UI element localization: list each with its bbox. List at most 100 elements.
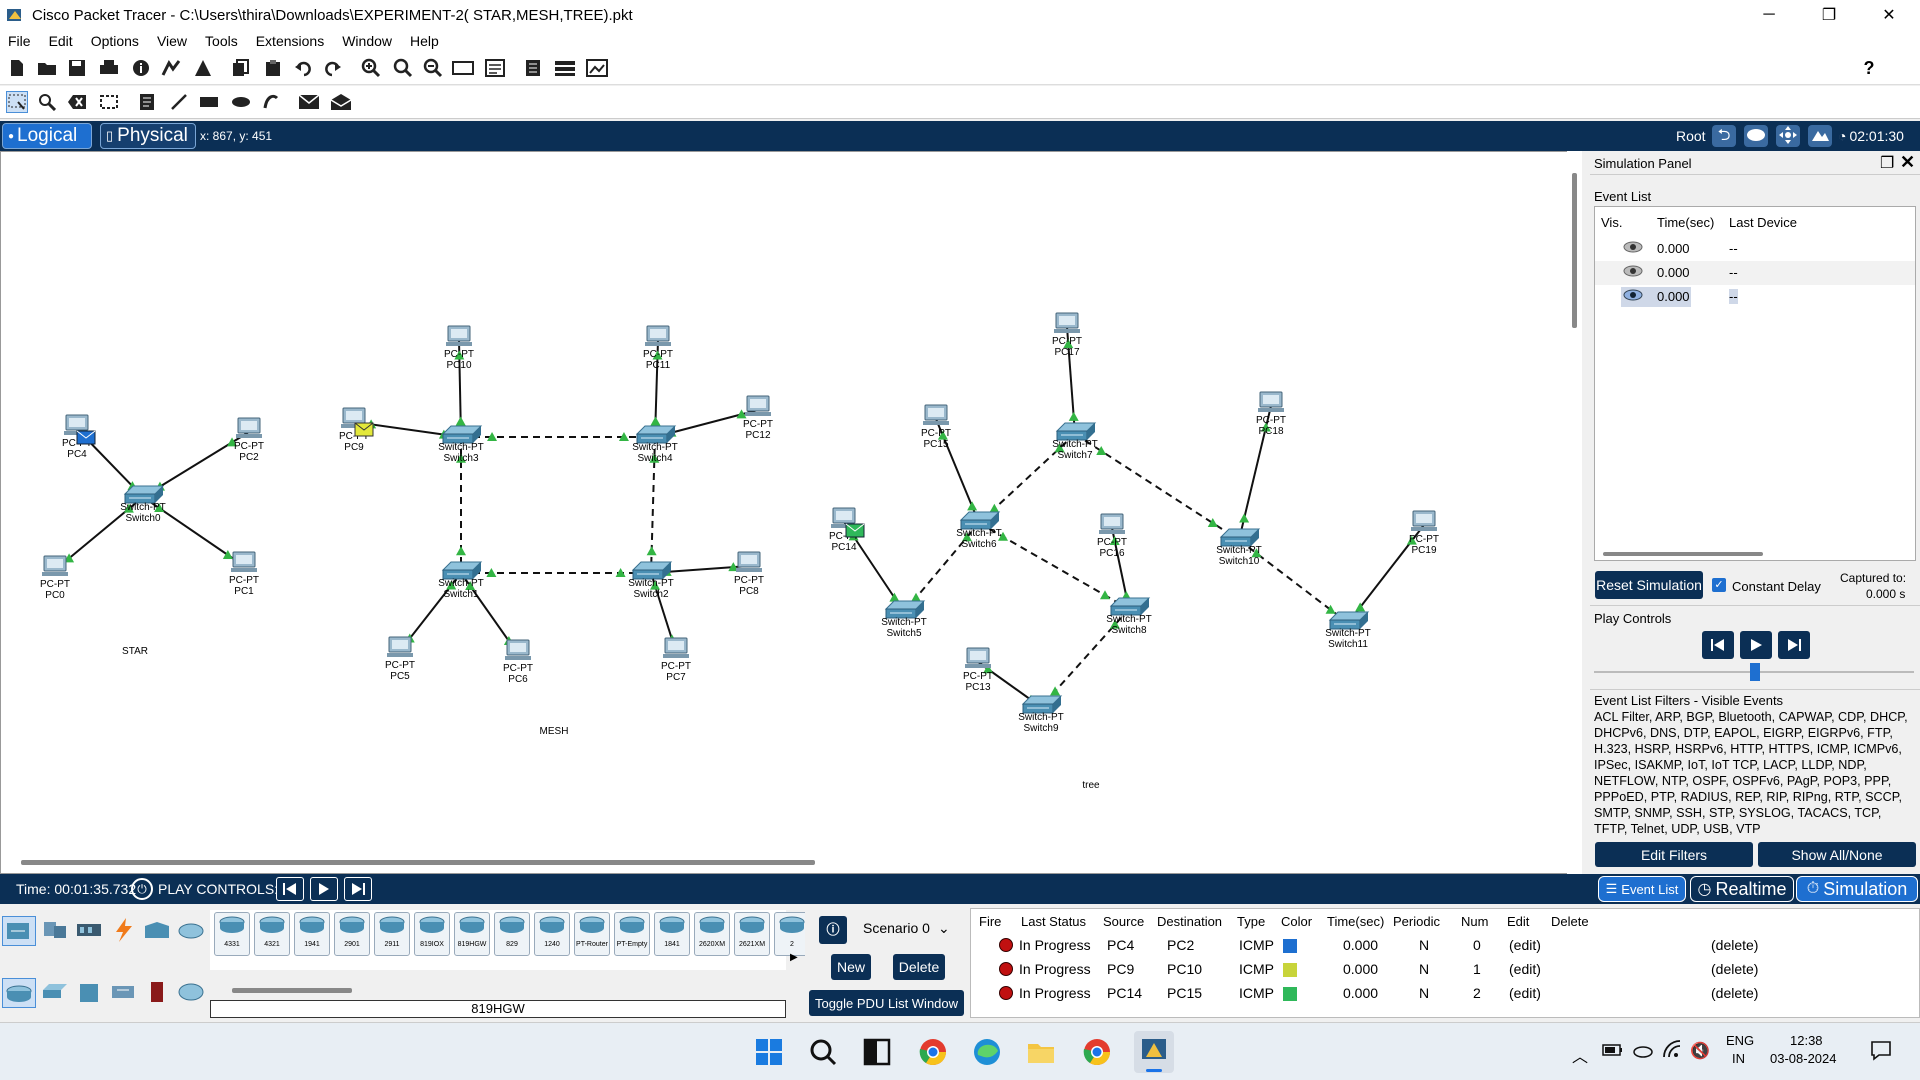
step-back-button[interactable] <box>1702 631 1734 659</box>
paste-icon[interactable] <box>262 57 284 79</box>
menu-help[interactable]: Help <box>410 33 439 49</box>
device-model-4321[interactable]: 4321 <box>254 912 290 956</box>
speaker-muted-icon[interactable]: 🔇 <box>1690 1041 1710 1061</box>
logical-tab[interactable]: ● Logical <box>2 123 92 149</box>
switch-switch0[interactable]: Switch-PTSwitch0 <box>120 485 166 524</box>
vertical-scrollbar-thumb[interactable] <box>1572 173 1577 328</box>
device-model-1941[interactable]: 1941 <box>294 912 330 956</box>
realtime-tab[interactable]: ◷ Realtime <box>1690 876 1794 902</box>
view-command-log-icon[interactable] <box>522 57 544 79</box>
delete-icon[interactable] <box>66 91 88 113</box>
switch-switch7[interactable]: Switch-PTSwitch7 <box>1052 422 1098 461</box>
move-icon[interactable] <box>1776 125 1800 147</box>
eye-icon[interactable] <box>1623 240 1643 257</box>
pc-pc6[interactable]: PC-PTPC6 <box>503 639 533 685</box>
start-icon[interactable] <box>754 1037 784 1067</box>
eye-icon[interactable] <box>1623 288 1643 305</box>
close-button[interactable]: ✕ <box>1866 0 1912 30</box>
draw-rectangle-icon[interactable] <box>198 91 220 113</box>
connections-category-icon[interactable] <box>108 916 138 946</box>
event-list-toggle[interactable]: ☰ Event List <box>1598 876 1686 902</box>
activity-wizard-icon[interactable] <box>192 57 214 79</box>
reset-simulation-button[interactable]: Reset Simulation <box>1595 571 1703 599</box>
logical-workspace[interactable]: PC-PTPC4PC-PTPC2Switch-PTSwitch0PC-PTPC0… <box>0 151 1568 874</box>
play-button[interactable] <box>1740 631 1772 659</box>
pdu-envelope-green[interactable] <box>845 523 865 538</box>
power-cycle-icon[interactable]: ⏻ <box>131 878 153 900</box>
device-model-2901[interactable]: 2901 <box>334 912 370 956</box>
onedrive-icon[interactable] <box>1632 1041 1654 1062</box>
maximize-button[interactable]: ❐ <box>1806 0 1852 30</box>
background-image-icon[interactable] <box>1808 125 1832 147</box>
tray-time[interactable]: 12:38 <box>1790 1033 1823 1048</box>
zoom-reset-icon[interactable] <box>392 57 414 79</box>
pdu-envelope-blue[interactable] <box>76 430 96 445</box>
file-explorer-icon[interactable] <box>1026 1037 1056 1067</box>
pc-pc8[interactable]: PC-PTPC8 <box>734 551 764 597</box>
menu-options[interactable]: Options <box>91 33 139 49</box>
resize-shape-icon[interactable] <box>98 91 120 113</box>
pc-pc18[interactable]: PC-PTPC18 <box>1256 391 1286 437</box>
device-model-819iox[interactable]: 819IOX <box>414 912 450 956</box>
device-model-1240[interactable]: 1240 <box>534 912 570 956</box>
copy-icon[interactable] <box>230 57 252 79</box>
bottom-step-back-button[interactable] <box>276 877 304 901</box>
help-icon[interactable]: ? <box>1858 57 1880 79</box>
menu-file[interactable]: File <box>8 33 31 49</box>
device-model-pt-router[interactable]: PT-Router <box>574 912 610 956</box>
pc-pc11[interactable]: PC-PTPC11 <box>643 325 673 371</box>
place-note-icon[interactable] <box>136 91 158 113</box>
event-row[interactable]: 0.000 -- <box>1595 261 1915 285</box>
menu-extensions[interactable]: Extensions <box>256 33 324 49</box>
step-forward-button[interactable] <box>1778 631 1810 659</box>
switch-switch5[interactable]: Switch-PTSwitch5 <box>881 600 927 639</box>
pc-pc17[interactable]: PC-PTPC17 <box>1052 312 1082 358</box>
device-model-2620xm[interactable]: 2620XM <box>694 912 730 956</box>
undo-icon[interactable] <box>292 57 314 79</box>
device-model-819hgw[interactable]: 819HGW <box>454 912 490 956</box>
inspect-icon[interactable] <box>36 91 58 113</box>
cluster-icon[interactable] <box>1744 125 1768 147</box>
wireless-subcategory-icon[interactable] <box>108 978 138 1008</box>
components-category-icon[interactable] <box>74 916 104 946</box>
expand-arrow-icon[interactable]: ▶ <box>790 952 798 963</box>
bottom-play-button[interactable] <box>310 877 338 901</box>
hubs-subcategory-icon[interactable] <box>74 978 104 1008</box>
info-icon[interactable]: ⓘ <box>819 916 847 944</box>
info-icon[interactable] <box>130 57 152 79</box>
menu-edit[interactable]: Edit <box>49 33 73 49</box>
switch-switch10[interactable]: Switch-PTSwitch10 <box>1216 528 1262 567</box>
pc-pc12[interactable]: PC-PTPC12 <box>743 395 773 441</box>
model-strip-scrollbar[interactable] <box>232 988 352 993</box>
switch-switch3[interactable]: Switch-PTSwitch3 <box>438 425 484 464</box>
pc-pc19[interactable]: PC-PTPC19 <box>1409 510 1439 556</box>
device-model-1841[interactable]: 1841 <box>654 912 690 956</box>
pc-pc5[interactable]: PC-PTPC5 <box>385 636 415 682</box>
fire-icon[interactable] <box>999 938 1013 952</box>
menu-tools[interactable]: Tools <box>205 33 238 49</box>
custom-devices-icon[interactable] <box>484 57 506 79</box>
topology-canvas[interactable]: PC-PTPC4PC-PTPC2Switch-PTSwitch0PC-PTPC0… <box>1 152 1567 873</box>
zoom-out-icon[interactable] <box>422 57 444 79</box>
vertical-scrollbar-track[interactable] <box>1567 151 1582 874</box>
pc-pc10[interactable]: PC-PTPC10 <box>444 325 474 371</box>
routers-subcategory-icon[interactable] <box>2 978 36 1008</box>
miscellaneous-category-icon[interactable] <box>142 916 172 946</box>
eye-icon[interactable] <box>1623 264 1643 281</box>
event-row[interactable]: 0.000 -- <box>1595 237 1915 261</box>
switch-switch6[interactable]: Switch-PTSwitch6 <box>956 511 1002 550</box>
battery-icon[interactable] <box>1602 1041 1624 1062</box>
packet-tracer-taskbar-icon[interactable] <box>1134 1031 1174 1073</box>
device-model-pt-empty[interactable]: PT-Empty <box>614 912 650 956</box>
pc-pc15[interactable]: PC-PTPC15 <box>921 404 951 450</box>
add-complex-pdu-icon[interactable] <box>330 91 352 113</box>
pc-pc0[interactable]: PC-PTPC0 <box>40 555 70 601</box>
device-model-2621xm[interactable]: 2621XM <box>734 912 770 956</box>
chrome-icon[interactable] <box>918 1037 948 1067</box>
draw-line-icon[interactable] <box>168 91 190 113</box>
switch-switch1[interactable]: Switch-PTSwitch1 <box>438 561 484 600</box>
pdu-edit[interactable]: (edit) <box>1509 985 1541 1001</box>
switch-switch8[interactable]: Switch-PTSwitch8 <box>1106 597 1152 636</box>
minimize-button[interactable]: ─ <box>1746 0 1792 30</box>
wifi-icon[interactable] <box>1662 1039 1684 1062</box>
